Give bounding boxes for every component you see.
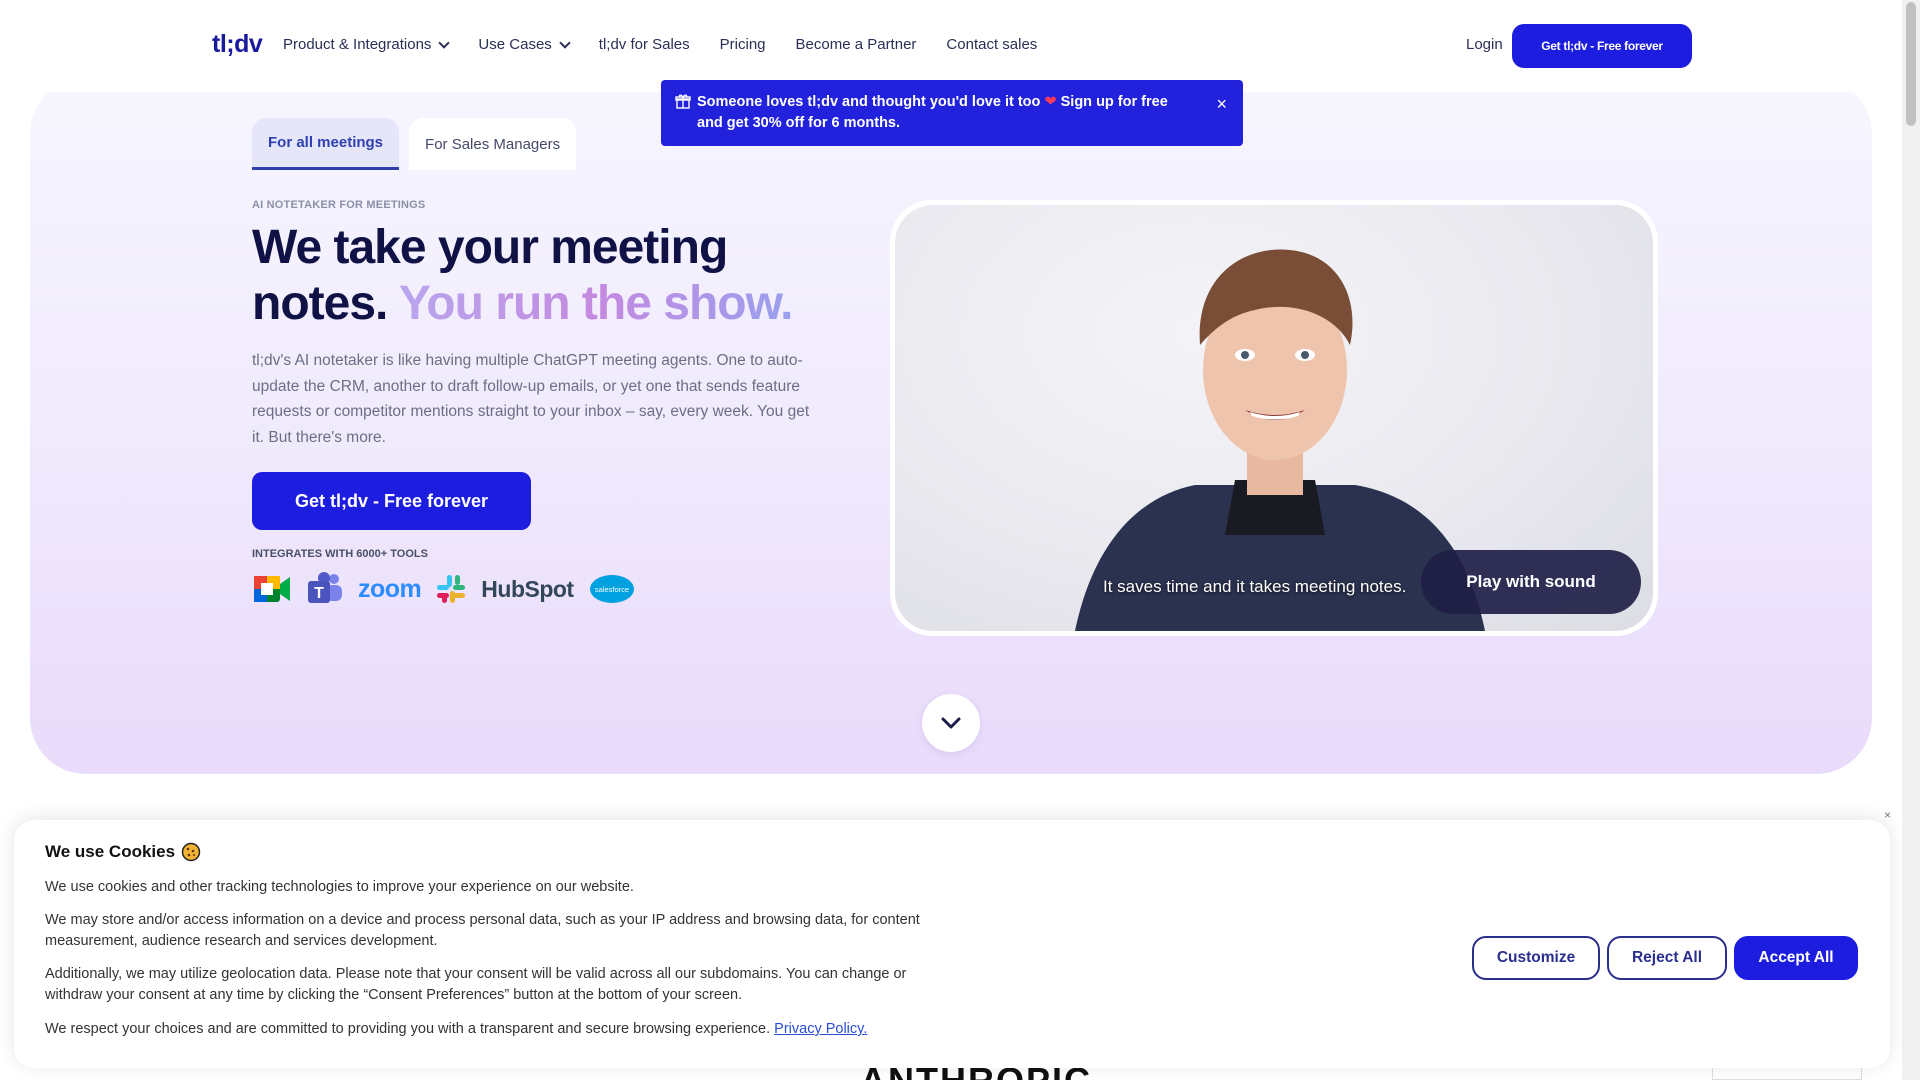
integration-logos: T zoom HubSpot salesforce [252, 568, 636, 610]
nav-use-cases[interactable]: Use Cases [478, 36, 571, 53]
cookie-paragraph-3: Additionally, we may utilize geolocation… [45, 966, 907, 1003]
cookie-paragraph-2: We may store and/or access information o… [45, 912, 920, 949]
headline-part2: You run the show. [398, 277, 794, 330]
nav-use-cases-label: Use Cases [478, 36, 552, 53]
tab-sales-managers[interactable]: For Sales Managers [409, 118, 577, 170]
nav-tldv-for-sales[interactable]: tl;dv for Sales [599, 36, 690, 53]
chevron-down-icon [941, 717, 961, 729]
tldv-logo[interactable]: tl;dv [212, 30, 263, 59]
cookie-icon [181, 842, 201, 862]
video-frame: It saves time and it takes meeting notes… [895, 205, 1653, 631]
nav-pricing[interactable]: Pricing [720, 36, 766, 53]
banner-line2: and get 30% off for 6 months. [697, 115, 901, 131]
page-scrollbar[interactable] [1902, 0, 1920, 1080]
banner-text: Someone loves tl;dv and thought you'd lo… [697, 94, 1041, 110]
cookie-consent-banner: We use Cookies We use cookies and other … [14, 820, 1890, 1068]
nav-contact-sales[interactable]: Contact sales [946, 36, 1037, 53]
microsoft-teams-logo: T [306, 568, 344, 610]
nav-become-partner[interactable]: Become a Partner [796, 36, 917, 53]
video-caption: It saves time and it takes meeting notes… [1103, 577, 1407, 596]
reject-all-button[interactable]: Reject All [1607, 936, 1727, 980]
google-meet-logo [252, 568, 292, 610]
zoom-logo: zoom [358, 568, 422, 610]
hero-video[interactable]: It saves time and it takes meeting notes… [890, 200, 1658, 636]
zoom-logo-text: zoom [358, 574, 422, 603]
banner-line1: Someone loves tl;dv and thought you'd lo… [697, 92, 1203, 113]
cookie-title: We use Cookies [45, 842, 201, 862]
banner-signup-link[interactable]: Sign up for free [1061, 94, 1168, 110]
top-navigation: tl;dv Product & Integrations Use Cases t… [0, 0, 1902, 92]
nav-product-integrations[interactable]: Product & Integrations [283, 36, 451, 53]
gift-icon [675, 93, 691, 116]
promo-banner: Someone loves tl;dv and thought you'd lo… [661, 80, 1243, 146]
scrollbar-thumb[interactable] [1906, 2, 1916, 126]
cookie-paragraph-4: We respect your choices and are committe… [45, 1019, 965, 1040]
tab-all-meetings[interactable]: For all meetings [252, 118, 400, 170]
salesforce-logo: salesforce [588, 568, 636, 610]
heart-icon: ❤ [1044, 94, 1057, 110]
cookie-paragraph-1: We use cookies and other tracking techno… [45, 879, 634, 895]
nav-product-integrations-label: Product & Integrations [283, 36, 432, 53]
privacy-policy-link[interactable]: Privacy Policy. [774, 1021, 867, 1037]
slack-logo [435, 568, 467, 610]
nav-links: Product & Integrations Use Cases tl;dv f… [283, 36, 1067, 53]
accept-all-button[interactable]: Accept All [1734, 936, 1858, 980]
chevron-down-icon [438, 36, 451, 49]
cookie-paragraph-4-text: We respect your choices and are committe… [45, 1021, 771, 1037]
hero-tabs: For all meetings For Sales Managers [252, 118, 577, 170]
chevron-down-icon [559, 36, 571, 49]
hero-description: tl;dv's AI notetaker is like having mult… [252, 352, 810, 446]
login-link[interactable]: Login [1466, 36, 1503, 53]
customize-button[interactable]: Customize [1472, 936, 1600, 980]
scroll-down-button[interactable] [922, 694, 980, 752]
nav-get-started-button[interactable]: Get tl;dv - Free forever [1512, 24, 1692, 68]
close-icon[interactable]: × [1216, 95, 1227, 113]
svg-text:T: T [314, 585, 324, 602]
integrations-label: INTEGRATES WITH 6000+ TOOLS [252, 548, 428, 560]
hero-get-started-button[interactable]: Get tl;dv - Free forever [252, 472, 531, 530]
hubspot-logo: HubSpot [481, 568, 574, 610]
hero-kicker: AI NOTETAKER FOR MEETINGS [252, 199, 426, 211]
play-with-sound-button[interactable]: Play with sound [1421, 550, 1641, 614]
hubspot-logo-text: HubSpot [481, 575, 574, 602]
cookie-title-text: We use Cookies [45, 842, 176, 861]
hero-headline: We take your meeting notes. You run the … [252, 220, 872, 332]
cookie-close-icon[interactable]: × [1884, 808, 1891, 822]
salesforce-logo-text: salesforce [595, 585, 629, 594]
